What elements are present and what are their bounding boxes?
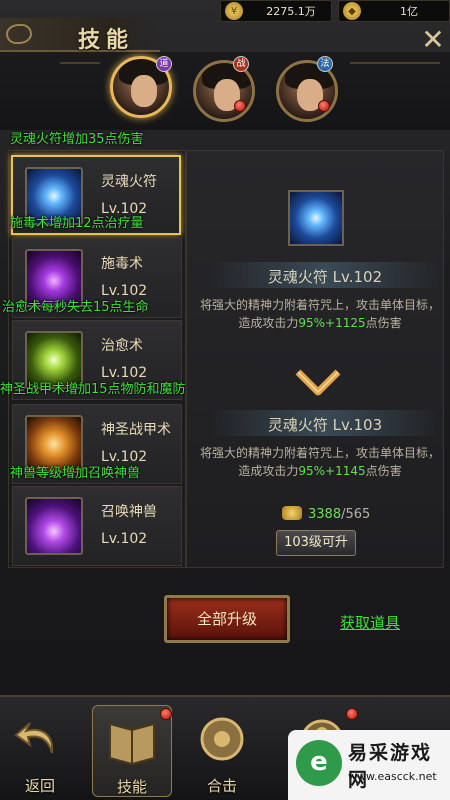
skill-name: 施毒术 [101, 256, 143, 272]
close-button[interactable]: ✕ [420, 26, 446, 54]
class-tag-badge: 法 [317, 56, 333, 72]
desc-value: 95%+1125 [298, 316, 366, 330]
skill-item-summon-beast[interactable]: 召唤神兽 Lv.102 [12, 486, 182, 566]
hero-face [131, 75, 157, 107]
soul-talisman-icon [288, 190, 344, 246]
nav-tab-skill[interactable]: 技能 [92, 705, 172, 797]
desc-value: 95%+1145 [298, 464, 366, 478]
next-skill-desc: 将强大的精神力附着符咒上，攻击单体目标，造成攻击力95%+1145点伤害 [200, 444, 440, 480]
skill-level: Lv.102 [101, 531, 148, 547]
class-tag-badge: 道 [156, 56, 172, 72]
skill-book-icon [109, 722, 155, 766]
nav-label: 技能 [116, 778, 147, 796]
skill-name: 神圣战甲术 [101, 422, 171, 438]
watermark: e 易采游戏网 www.eascck.net [288, 730, 450, 800]
gold-coin-counter: ¥ 2275.1万 [220, 0, 332, 22]
current-skill-title: 灵魂火符 Lv.102 [267, 268, 383, 286]
back-button[interactable]: 返回 [0, 705, 80, 797]
screen: ¥ 2275.1万 ◆ 1亿 技能 ✕ 道 战 法 灵魂火符 Lv.102 施毒… [0, 0, 450, 800]
desc-text: 点伤害 [365, 316, 402, 330]
summon-beast-icon [25, 497, 83, 555]
level-requirement-button[interactable]: 103级可升 [276, 530, 356, 556]
upgrade-all-button[interactable]: 全部升级 [164, 595, 290, 643]
skill-name: 治愈术 [101, 338, 143, 354]
divider [350, 62, 440, 64]
note-text: 神圣战甲术增加15点物防和魔防 [0, 382, 186, 397]
gold-coin-value: 2275.1万 [266, 5, 316, 18]
resource-bar: ¥ 2275.1万 ◆ 1亿 [220, 0, 450, 22]
note-text: 神兽等级增加召唤神兽 [10, 466, 141, 481]
divider [60, 62, 100, 64]
cost-need: /565 [341, 507, 371, 522]
watermark-text: 易采游戏网 [348, 742, 433, 791]
gold-ingot-value: 1亿 [400, 5, 418, 18]
gold-coin-icon: ¥ [225, 2, 243, 20]
cost-have: 3388 [308, 507, 342, 522]
next-skill-title: 灵魂火符 Lv.103 [267, 416, 383, 434]
site-logo-icon: e [296, 740, 342, 786]
nav-tab-combo[interactable]: 合击 [182, 705, 262, 797]
notification-dot [160, 708, 172, 720]
get-items-link[interactable]: 获取道具 [340, 612, 400, 633]
skill-name: 灵魂火符 [101, 174, 157, 190]
desc-text: 点伤害 [365, 464, 402, 478]
notification-dot [318, 100, 330, 112]
gold-ingot-icon: ◆ [343, 2, 361, 20]
back-label: 返回 [24, 777, 55, 795]
current-skill-desc: 将强大的精神力附着符咒上，攻击单体目标，造成攻击力95%+1125点伤害 [200, 296, 440, 332]
combo-emblem-icon [200, 717, 244, 761]
page-title: 技能 [78, 28, 135, 53]
chevron-down-icon [295, 369, 341, 396]
nav-label: 合击 [206, 777, 237, 795]
back-arrow-icon [14, 722, 54, 754]
upgrade-cost: 3388/565 [282, 506, 370, 522]
watermark-url: www.eascck.net [348, 770, 437, 783]
class-tag-badge: 战 [233, 56, 249, 72]
notification-dot [234, 100, 246, 112]
dragon-ornament-icon [6, 24, 32, 44]
note-text: 施毒术增加12点治疗量 [10, 216, 144, 231]
gold-ingot-icon [282, 506, 302, 520]
skill-name: 召唤神兽 [101, 504, 157, 520]
note-text: 治愈术每秒失去15点生命 [2, 300, 149, 315]
gold-ingot-counter: ◆ 1亿 [338, 0, 450, 22]
note-text: 灵魂火符增加35点伤害 [10, 132, 144, 147]
